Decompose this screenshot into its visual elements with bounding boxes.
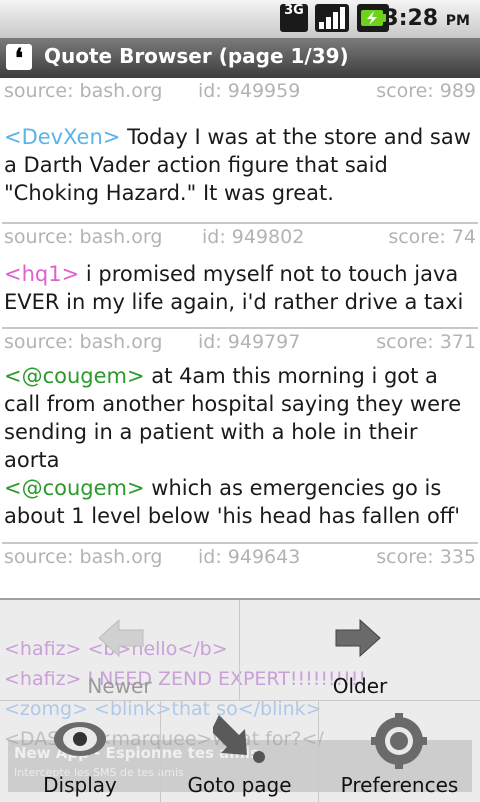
quote-score: score: 74 xyxy=(388,226,476,248)
quote-line: <DevXen> Today I was at the store and sa… xyxy=(0,123,480,207)
menu-item-preferences[interactable]: Preferences xyxy=(319,701,480,802)
status-clock: 3:28 PM xyxy=(383,6,470,31)
quote-score: score: 989 xyxy=(376,80,476,102)
quote-line: <hq1> i promised myself not to touch jav… xyxy=(0,260,480,316)
quote-id: id: 949959 xyxy=(198,80,301,102)
quote-id: id: 949802 xyxy=(202,226,305,248)
status-bar: 3G 3:28 PM xyxy=(0,0,480,39)
title-bar: ❛ Quote Browser (page 1/39) xyxy=(0,38,480,78)
quote-source: source: bash.org xyxy=(4,546,163,568)
quote-line: <@cougem> which as emergencies go is abo… xyxy=(0,474,480,530)
quote-meta: source: bash.org id: 949643 score: 335 xyxy=(0,544,480,572)
quote-item[interactable]: source: bash.org id: 949797 score: 371 <… xyxy=(0,329,480,544)
quote-app-icon: ❛ xyxy=(6,44,32,74)
app-title: Quote Browser (page 1/39) xyxy=(44,44,349,68)
quote-nick: <@cougem> xyxy=(4,364,145,388)
quote-score: score: 335 xyxy=(376,546,476,568)
quote-meta: source: bash.org id: 949802 score: 74 xyxy=(0,224,480,252)
quote-nick: <DevXen> xyxy=(4,125,121,149)
quote-id: id: 949643 xyxy=(198,546,301,568)
quote-item[interactable]: source: bash.org id: 949802 score: 74 <h… xyxy=(0,224,480,329)
menu-item-older[interactable]: Older xyxy=(240,600,480,700)
network-3g-icon: 3G xyxy=(280,4,308,32)
quote-score: score: 371 xyxy=(376,331,476,353)
quote-source: source: bash.org xyxy=(4,331,163,353)
menu-item-goto-page[interactable]: Goto page xyxy=(161,701,318,802)
eye-icon xyxy=(54,722,106,756)
quote-meta: source: bash.org id: 949959 score: 989 xyxy=(0,78,480,106)
quote-item[interactable]: source: bash.org id: 949959 score: 989 <… xyxy=(0,78,480,224)
arrow-left-icon xyxy=(98,618,144,658)
quote-id: id: 949797 xyxy=(198,331,301,353)
options-menu: <hafiz> <b>hello</b> <hafiz> I NEED ZEND… xyxy=(0,598,480,802)
menu-item-newer[interactable]: Newer xyxy=(0,600,239,700)
menu-item-display[interactable]: Display xyxy=(0,701,160,802)
quote-nick: <hq1> xyxy=(4,262,80,286)
arrow-right-icon xyxy=(335,618,381,658)
quote-nick: <@cougem> xyxy=(4,476,145,500)
quote-source: source: bash.org xyxy=(4,80,163,102)
quote-source: source: bash.org xyxy=(4,226,163,248)
goto-arrow-icon xyxy=(213,715,265,763)
quote-item[interactable]: source: bash.org id: 949643 score: 335 xyxy=(0,544,480,572)
quote-line: <@cougem> at 4am this morning i got a ca… xyxy=(0,362,480,474)
quote-meta: source: bash.org id: 949797 score: 371 xyxy=(0,329,480,357)
signal-strength-icon xyxy=(315,4,349,32)
gear-icon xyxy=(371,713,427,769)
